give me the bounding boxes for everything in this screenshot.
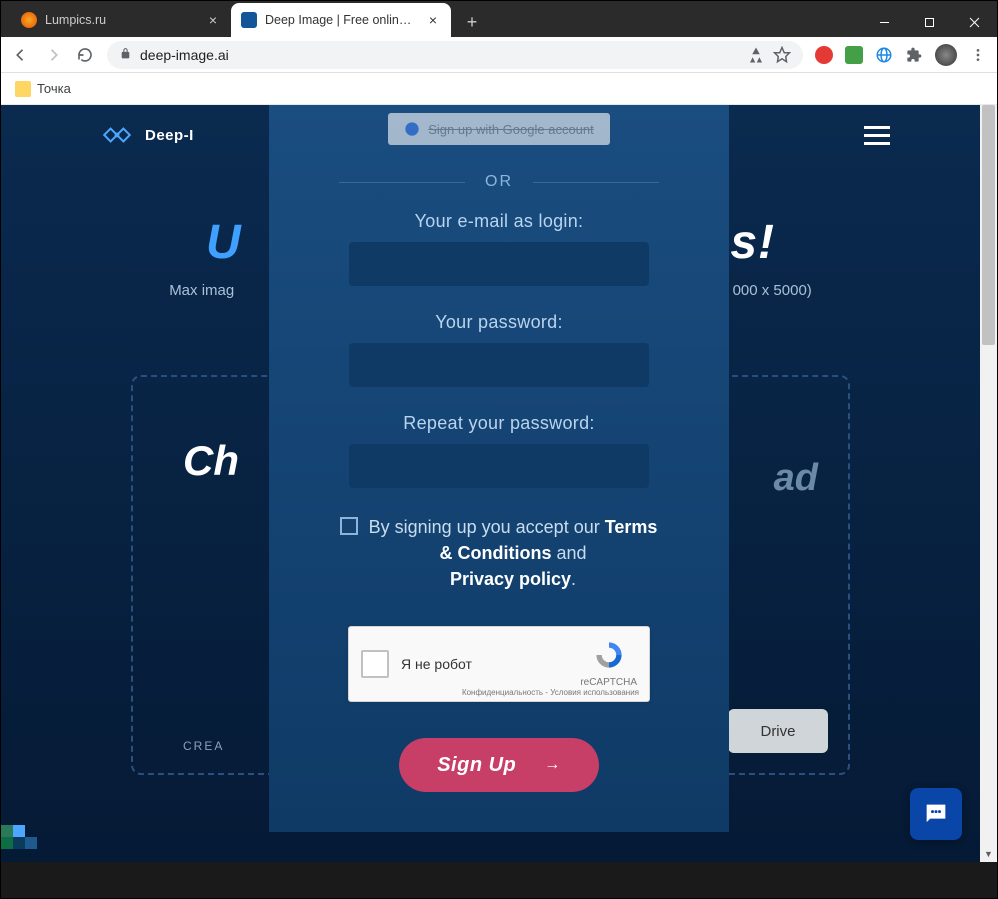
tab-lumpics[interactable]: Lumpics.ru × xyxy=(11,3,231,37)
password-field[interactable] xyxy=(349,343,649,387)
tabs-bar: Lumpics.ru × Deep Image | Free online up… xyxy=(1,1,997,37)
accept-terms-checkbox[interactable] xyxy=(340,517,358,535)
page-viewport: Deep-I U s! Max imag 000 x 5000) Ch ad C… xyxy=(1,105,997,862)
logo[interactable]: Deep-I xyxy=(101,123,194,147)
or-divider: OR xyxy=(339,173,659,191)
google-signup-button[interactable]: Sign up with Google account xyxy=(388,113,610,145)
hamburger-menu-icon[interactable] xyxy=(864,126,890,145)
tab-close-icon[interactable]: × xyxy=(425,12,441,28)
recaptcha-branding: reCAPTCHA xyxy=(580,640,637,688)
arrow-right-icon: → xyxy=(544,756,561,774)
browser-window: Lumpics.ru × Deep Image | Free online up… xyxy=(0,0,998,899)
bookmark-folder-icon xyxy=(15,81,31,97)
translate-icon[interactable] xyxy=(747,46,765,64)
dropzone-text-left: Ch xyxy=(183,437,239,485)
recaptcha-widget: Я не робот reCAPTCHA Конфиденциальность … xyxy=(348,626,650,702)
favicon-lumpics xyxy=(21,12,37,28)
ext-green-icon[interactable] xyxy=(845,46,863,64)
avatar[interactable] xyxy=(935,44,957,66)
bookmark-item[interactable]: Точка xyxy=(37,81,71,96)
extensions xyxy=(815,44,987,66)
logo-text: Deep-I xyxy=(145,127,194,144)
ext-globe-icon[interactable] xyxy=(875,46,893,64)
window-minimize-button[interactable] xyxy=(862,7,907,37)
favicon-deepimage xyxy=(241,12,257,28)
extensions-icon[interactable] xyxy=(905,46,923,64)
signup-button-label: Sign Up xyxy=(437,754,516,777)
back-button[interactable] xyxy=(11,45,31,65)
recaptcha-links[interactable]: Конфиденциальность - Условия использован… xyxy=(462,688,639,697)
email-field[interactable] xyxy=(349,242,649,286)
menu-icon[interactable] xyxy=(969,46,987,64)
dropzone-create-label: CREA xyxy=(183,739,224,753)
bookmarks-bar: Точка xyxy=(1,73,997,105)
scroll-down-arrow-icon[interactable]: ▼ xyxy=(980,845,997,862)
tab-close-icon[interactable]: × xyxy=(205,12,221,28)
repeat-password-field[interactable] xyxy=(349,444,649,488)
recaptcha-checkbox[interactable] xyxy=(361,650,389,678)
drive-button[interactable]: Drive xyxy=(728,709,828,753)
chat-widget-button[interactable] xyxy=(910,788,962,840)
signup-button[interactable]: Sign Up → xyxy=(399,738,599,792)
recaptcha-label: Я не робот xyxy=(401,656,472,672)
lock-icon xyxy=(119,47,132,63)
signup-panel: Sign up with Google account OR Your e-ma… xyxy=(269,105,729,832)
repeat-password-label: Repeat your password: xyxy=(339,413,659,434)
accept-terms-text: By signing up you accept our Terms & Con… xyxy=(368,514,658,592)
url-text: deep-image.ai xyxy=(140,47,229,63)
password-label: Your password: xyxy=(339,312,659,333)
chat-icon xyxy=(922,800,950,828)
tab-title: Lumpics.ru xyxy=(45,13,197,27)
reload-button[interactable] xyxy=(75,45,95,65)
ext-red-icon[interactable] xyxy=(815,46,833,64)
email-label: Your e-mail as login: xyxy=(339,211,659,232)
privacy-link[interactable]: Privacy policy xyxy=(450,569,571,589)
tab-deepimage[interactable]: Deep Image | Free online upscale × xyxy=(231,3,451,37)
address-bar[interactable]: deep-image.ai xyxy=(107,41,803,69)
decorative-pixels xyxy=(1,797,81,857)
forward-button[interactable] xyxy=(43,45,63,65)
logo-icon xyxy=(101,123,133,147)
google-icon xyxy=(404,121,420,137)
scrollbar-thumb[interactable] xyxy=(982,105,995,345)
window-maximize-button[interactable] xyxy=(907,7,952,37)
dropzone-text-right: ad xyxy=(774,457,818,500)
vertical-scrollbar[interactable]: ▲ ▼ xyxy=(980,105,997,862)
tab-title: Deep Image | Free online upscale xyxy=(265,13,417,27)
window-close-button[interactable] xyxy=(952,7,997,37)
accept-terms-row: By signing up you accept our Terms & Con… xyxy=(339,514,659,592)
omnibar: deep-image.ai xyxy=(1,37,997,73)
star-icon[interactable] xyxy=(773,46,791,64)
new-tab-button[interactable]: + xyxy=(457,7,487,37)
recaptcha-icon xyxy=(591,640,627,670)
